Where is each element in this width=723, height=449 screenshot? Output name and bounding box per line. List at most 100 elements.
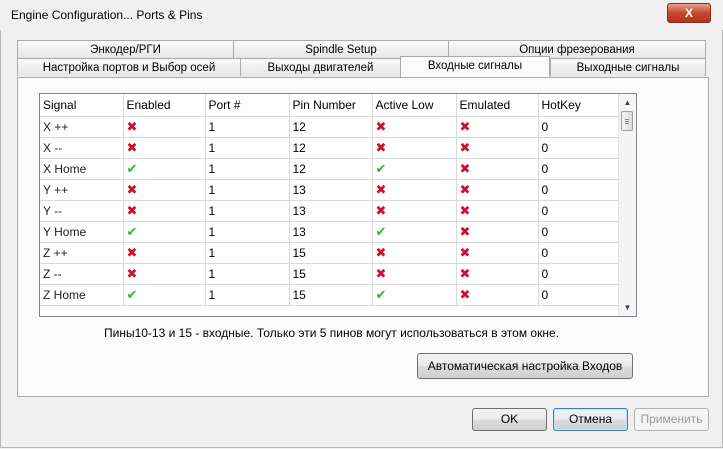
cell-pin[interactable]: 12: [289, 116, 373, 138]
column-header-port[interactable]: Port #: [205, 94, 290, 117]
cell-port[interactable]: 1: [205, 116, 290, 138]
cell-hotkey[interactable]: 0: [538, 221, 621, 243]
cell-active-low[interactable]: ✖: [372, 116, 457, 138]
column-header-signal[interactable]: Signal: [40, 94, 124, 117]
table-row[interactable]: Y Home ✔ 1 13 ✔ ✖ 0: [40, 221, 621, 243]
cell-hotkey[interactable]: 0: [538, 158, 621, 180]
cell-active-low[interactable]: ✔: [372, 284, 457, 306]
auto-config-inputs-button[interactable]: Автоматическая настройка Входов: [417, 353, 633, 379]
cell-emulated[interactable]: ✖: [456, 284, 539, 306]
tab-motor-outputs[interactable]: Выходы двигателей: [240, 58, 401, 76]
cell-active-low[interactable]: ✖: [372, 200, 457, 222]
cell-port[interactable]: 1: [205, 179, 290, 201]
cell-pin[interactable]: 13: [289, 200, 373, 222]
cell-active-low[interactable]: ✖: [372, 263, 457, 285]
cell-emulated[interactable]: ✖: [456, 200, 539, 222]
cell-enabled[interactable]: ✔: [123, 284, 206, 306]
cell-hotkey[interactable]: 0: [538, 200, 621, 222]
scroll-thumb[interactable]: [621, 111, 633, 131]
table-row[interactable]: X ++ ✖ 1 12 ✖ ✖ 0: [40, 116, 621, 138]
tab-ports-axes[interactable]: Настройка портов и Выбор осей: [17, 58, 241, 76]
cell-port[interactable]: 1: [205, 263, 290, 285]
cell-enabled[interactable]: ✖: [123, 116, 206, 138]
cell-enabled[interactable]: ✖: [123, 200, 206, 222]
cell-enabled[interactable]: ✖: [123, 242, 206, 264]
table-body: X ++ ✖ 1 12 ✖ ✖ 0 X -- ✖ 1 12 ✖ ✖ 0 X Home ✔ 1 12 ✔ ✖ 0 Y ++ ✖…: [40, 116, 621, 306]
cell-port[interactable]: 1: [205, 200, 290, 222]
cell-emulated[interactable]: ✖: [456, 179, 539, 201]
column-header-emulated[interactable]: Emulated: [456, 94, 539, 117]
cell-port[interactable]: 1: [205, 242, 290, 264]
cell-signal[interactable]: Z Home: [40, 284, 124, 306]
cell-port[interactable]: 1: [205, 158, 290, 180]
ok-button[interactable]: OK: [472, 408, 547, 431]
cell-emulated[interactable]: ✖: [456, 158, 539, 180]
tab-encoder[interactable]: Энкодер/РГИ: [17, 40, 234, 58]
close-icon: X: [684, 6, 693, 20]
close-button[interactable]: X: [667, 3, 711, 23]
red-x-icon: ✖: [375, 139, 387, 155]
cell-hotkey[interactable]: 0: [538, 284, 621, 306]
cell-pin[interactable]: 13: [289, 221, 373, 243]
table-row[interactable]: X -- ✖ 1 12 ✖ ✖ 0: [40, 137, 621, 159]
cell-signal[interactable]: Y Home: [40, 221, 124, 243]
cell-enabled[interactable]: ✖: [123, 263, 206, 285]
scroll-up-icon[interactable]: ▲: [619, 94, 636, 111]
cell-enabled[interactable]: ✔: [123, 158, 206, 180]
apply-button[interactable]: Применить: [634, 408, 709, 431]
cell-active-low[interactable]: ✔: [372, 158, 457, 180]
tab-output-signals[interactable]: Выходные сигналы: [550, 58, 706, 76]
cell-hotkey[interactable]: 0: [538, 263, 621, 285]
cell-signal[interactable]: X Home: [40, 158, 124, 180]
cell-emulated[interactable]: ✖: [456, 263, 539, 285]
cell-signal[interactable]: Y --: [40, 200, 124, 222]
cell-pin[interactable]: 12: [289, 158, 373, 180]
signals-grid[interactable]: Signal Enabled Port # Pin Number Active …: [39, 93, 637, 317]
table-row[interactable]: X Home ✔ 1 12 ✔ ✖ 0: [40, 158, 621, 180]
cell-emulated[interactable]: ✖: [456, 242, 539, 264]
cell-port[interactable]: 1: [205, 137, 290, 159]
cell-hotkey[interactable]: 0: [538, 242, 621, 264]
cell-emulated[interactable]: ✖: [456, 137, 539, 159]
cell-signal[interactable]: Y ++: [40, 179, 124, 201]
cell-hotkey[interactable]: 0: [538, 179, 621, 201]
cell-signal[interactable]: X ++: [40, 116, 124, 138]
column-header-enabled[interactable]: Enabled: [123, 94, 206, 117]
cell-emulated[interactable]: ✖: [456, 116, 539, 138]
cell-enabled[interactable]: ✖: [123, 137, 206, 159]
cell-active-low[interactable]: ✔: [372, 221, 457, 243]
cell-emulated[interactable]: ✖: [456, 221, 539, 243]
red-x-icon: ✖: [459, 265, 471, 281]
cell-pin[interactable]: 15: [289, 242, 373, 264]
red-x-icon: ✖: [459, 139, 471, 155]
column-header-hotkey[interactable]: HotKey: [538, 94, 621, 117]
cell-pin[interactable]: 15: [289, 263, 373, 285]
vertical-scrollbar[interactable]: ▲ ▼: [618, 94, 636, 316]
cell-pin[interactable]: 15: [289, 284, 373, 306]
cell-port[interactable]: 1: [205, 284, 290, 306]
cell-pin[interactable]: 13: [289, 179, 373, 201]
cell-enabled[interactable]: ✔: [123, 221, 206, 243]
tab-input-signals[interactable]: Входные сигналы: [400, 56, 550, 77]
cell-signal[interactable]: Z --: [40, 263, 124, 285]
column-header-active-low[interactable]: Active Low: [372, 94, 457, 117]
cell-hotkey[interactable]: 0: [538, 137, 621, 159]
cell-enabled[interactable]: ✖: [123, 179, 206, 201]
cell-signal[interactable]: X --: [40, 137, 124, 159]
table-row[interactable]: Y -- ✖ 1 13 ✖ ✖ 0: [40, 200, 621, 222]
table-row[interactable]: Y ++ ✖ 1 13 ✖ ✖ 0: [40, 179, 621, 201]
cell-pin[interactable]: 12: [289, 137, 373, 159]
cell-port[interactable]: 1: [205, 221, 290, 243]
cell-active-low[interactable]: ✖: [372, 242, 457, 264]
table-row[interactable]: Z Home ✔ 1 15 ✔ ✖ 0: [40, 284, 621, 306]
cell-active-low[interactable]: ✖: [372, 137, 457, 159]
cell-active-low[interactable]: ✖: [372, 179, 457, 201]
red-x-icon: ✖: [459, 118, 471, 134]
cell-hotkey[interactable]: 0: [538, 116, 621, 138]
cell-signal[interactable]: Z ++: [40, 242, 124, 264]
table-row[interactable]: Z -- ✖ 1 15 ✖ ✖ 0: [40, 263, 621, 285]
cancel-button[interactable]: Отмена: [553, 408, 628, 431]
table-row[interactable]: Z ++ ✖ 1 15 ✖ ✖ 0: [40, 242, 621, 264]
column-header-pin-number[interactable]: Pin Number: [289, 94, 373, 117]
scroll-down-icon[interactable]: ▼: [619, 299, 636, 316]
